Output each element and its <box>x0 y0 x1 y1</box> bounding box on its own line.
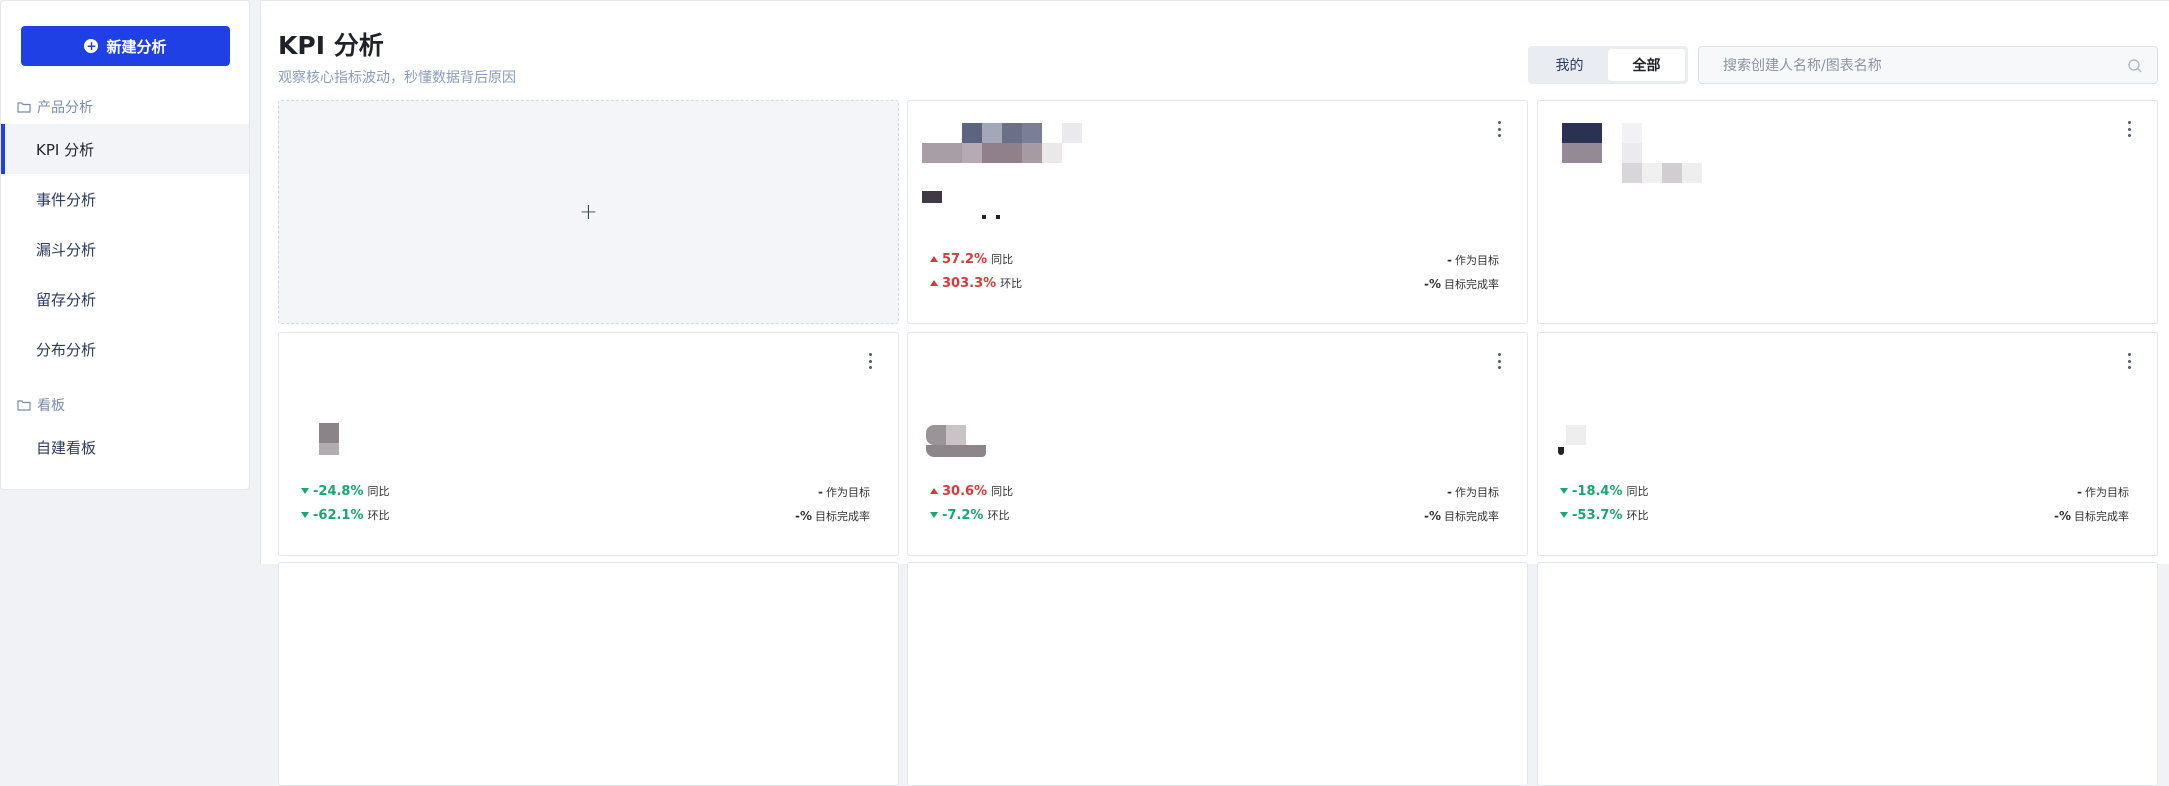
page-subtitle: 观察核心指标波动，秒懂数据背后原因 <box>278 70 516 86</box>
group-title-product: 产品分析 <box>17 97 93 117</box>
add-kpi-card[interactable]: + <box>278 100 899 324</box>
folder-icon <box>17 400 31 411</box>
arrow-down-icon <box>1560 488 1568 494</box>
redacted-title <box>1562 123 1702 183</box>
redacted-value <box>922 191 1002 221</box>
more-icon[interactable] <box>1495 353 1503 369</box>
arrow-down-icon <box>1560 512 1568 518</box>
yoy-row: -18.4% 同比 <box>1560 483 1649 499</box>
redacted-value <box>926 425 986 457</box>
sidebar-item-funnel[interactable]: 漏斗分析 <box>1 224 249 274</box>
search-input[interactable] <box>1699 47 2125 85</box>
more-icon[interactable] <box>1495 121 1503 137</box>
folder-icon <box>17 102 31 113</box>
mom-row: -7.2% 环比 <box>930 507 1009 523</box>
new-analysis-label: 新建分析 <box>106 37 167 56</box>
arrow-down-icon <box>930 512 938 518</box>
plus-icon: + <box>579 199 598 225</box>
completion-row: -% 目标完成率 <box>794 509 870 523</box>
sidebar-item-retention[interactable]: 留存分析 <box>1 274 249 324</box>
yoy-row: 57.2% 同比 <box>930 251 1013 267</box>
kpi-card[interactable]: -18.4% 同比 -53.7% 环比 - 作为目标 -% 目标完成率 <box>1537 332 2158 556</box>
scope-switch: 我的 全部 <box>1528 46 1688 84</box>
search-icon[interactable] <box>2127 58 2143 74</box>
target-row: - 作为目标 <box>1447 485 1499 499</box>
kpi-card[interactable] <box>907 562 1528 786</box>
kpi-card[interactable] <box>1537 562 2158 786</box>
sidebar: + 新建分析 产品分析 KPI 分析 事件分析 漏斗分析 留存分析 分布分析 看… <box>0 0 250 490</box>
kpi-card[interactable]: 57.2% 同比 303.3% 环比 - 作为目标 -% 目标完成率 <box>907 100 1528 324</box>
sidebar-item-distribution[interactable]: 分布分析 <box>1 324 249 374</box>
search-box <box>1698 46 2158 85</box>
arrow-up-icon <box>930 280 938 286</box>
mom-row: 303.3% 环比 <box>930 275 1022 291</box>
tab-mine[interactable]: 我的 <box>1531 49 1608 81</box>
sidebar-item-custom-dashboard[interactable]: 自建看板 <box>1 422 249 472</box>
completion-row: -% 目标完成率 <box>2053 509 2129 523</box>
page-title: KPI 分析 <box>278 31 384 60</box>
kpi-card[interactable]: 30.6% 同比 -7.2% 环比 - 作为目标 -% 目标完成率 <box>907 332 1528 556</box>
redacted-value <box>1558 425 1598 455</box>
kpi-card[interactable] <box>278 562 899 786</box>
arrow-up-icon <box>930 256 938 262</box>
arrow-down-icon <box>301 512 309 518</box>
group-title-dashboard: 看板 <box>17 395 65 415</box>
arrow-down-icon <box>301 488 309 494</box>
completion-row: -% 目标完成率 <box>1423 277 1499 291</box>
kpi-card[interactable]: -24.8% 同比 -62.1% 环比 - 作为目标 -% 目标完成率 <box>278 332 899 556</box>
target-row: - 作为目标 <box>2077 485 2129 499</box>
target-row: - 作为目标 <box>1447 253 1499 267</box>
yoy-row: -24.8% 同比 <box>301 483 390 499</box>
sidebar-item-kpi[interactable]: KPI 分析 <box>1 124 249 174</box>
more-icon[interactable] <box>2125 121 2133 137</box>
yoy-row: 30.6% 同比 <box>930 483 1013 499</box>
tab-all[interactable]: 全部 <box>1608 49 1685 81</box>
completion-row: -% 目标完成率 <box>1423 509 1499 523</box>
more-icon[interactable] <box>866 353 874 369</box>
new-analysis-button[interactable]: + 新建分析 <box>21 26 230 66</box>
plus-circle-icon: + <box>84 39 99 53</box>
kpi-card[interactable] <box>1537 100 2158 324</box>
redacted-title <box>922 123 1082 163</box>
redacted-value <box>301 423 351 457</box>
mom-row: -62.1% 环比 <box>301 507 390 523</box>
arrow-up-icon <box>930 488 938 494</box>
target-row: - 作为目标 <box>818 485 870 499</box>
mom-row: -53.7% 环比 <box>1560 507 1649 523</box>
main-content: KPI 分析 观察核心指标波动，秒懂数据背后原因 我的 全部 + <box>260 0 2169 786</box>
more-icon[interactable] <box>2125 353 2133 369</box>
sidebar-item-event[interactable]: 事件分析 <box>1 174 249 224</box>
